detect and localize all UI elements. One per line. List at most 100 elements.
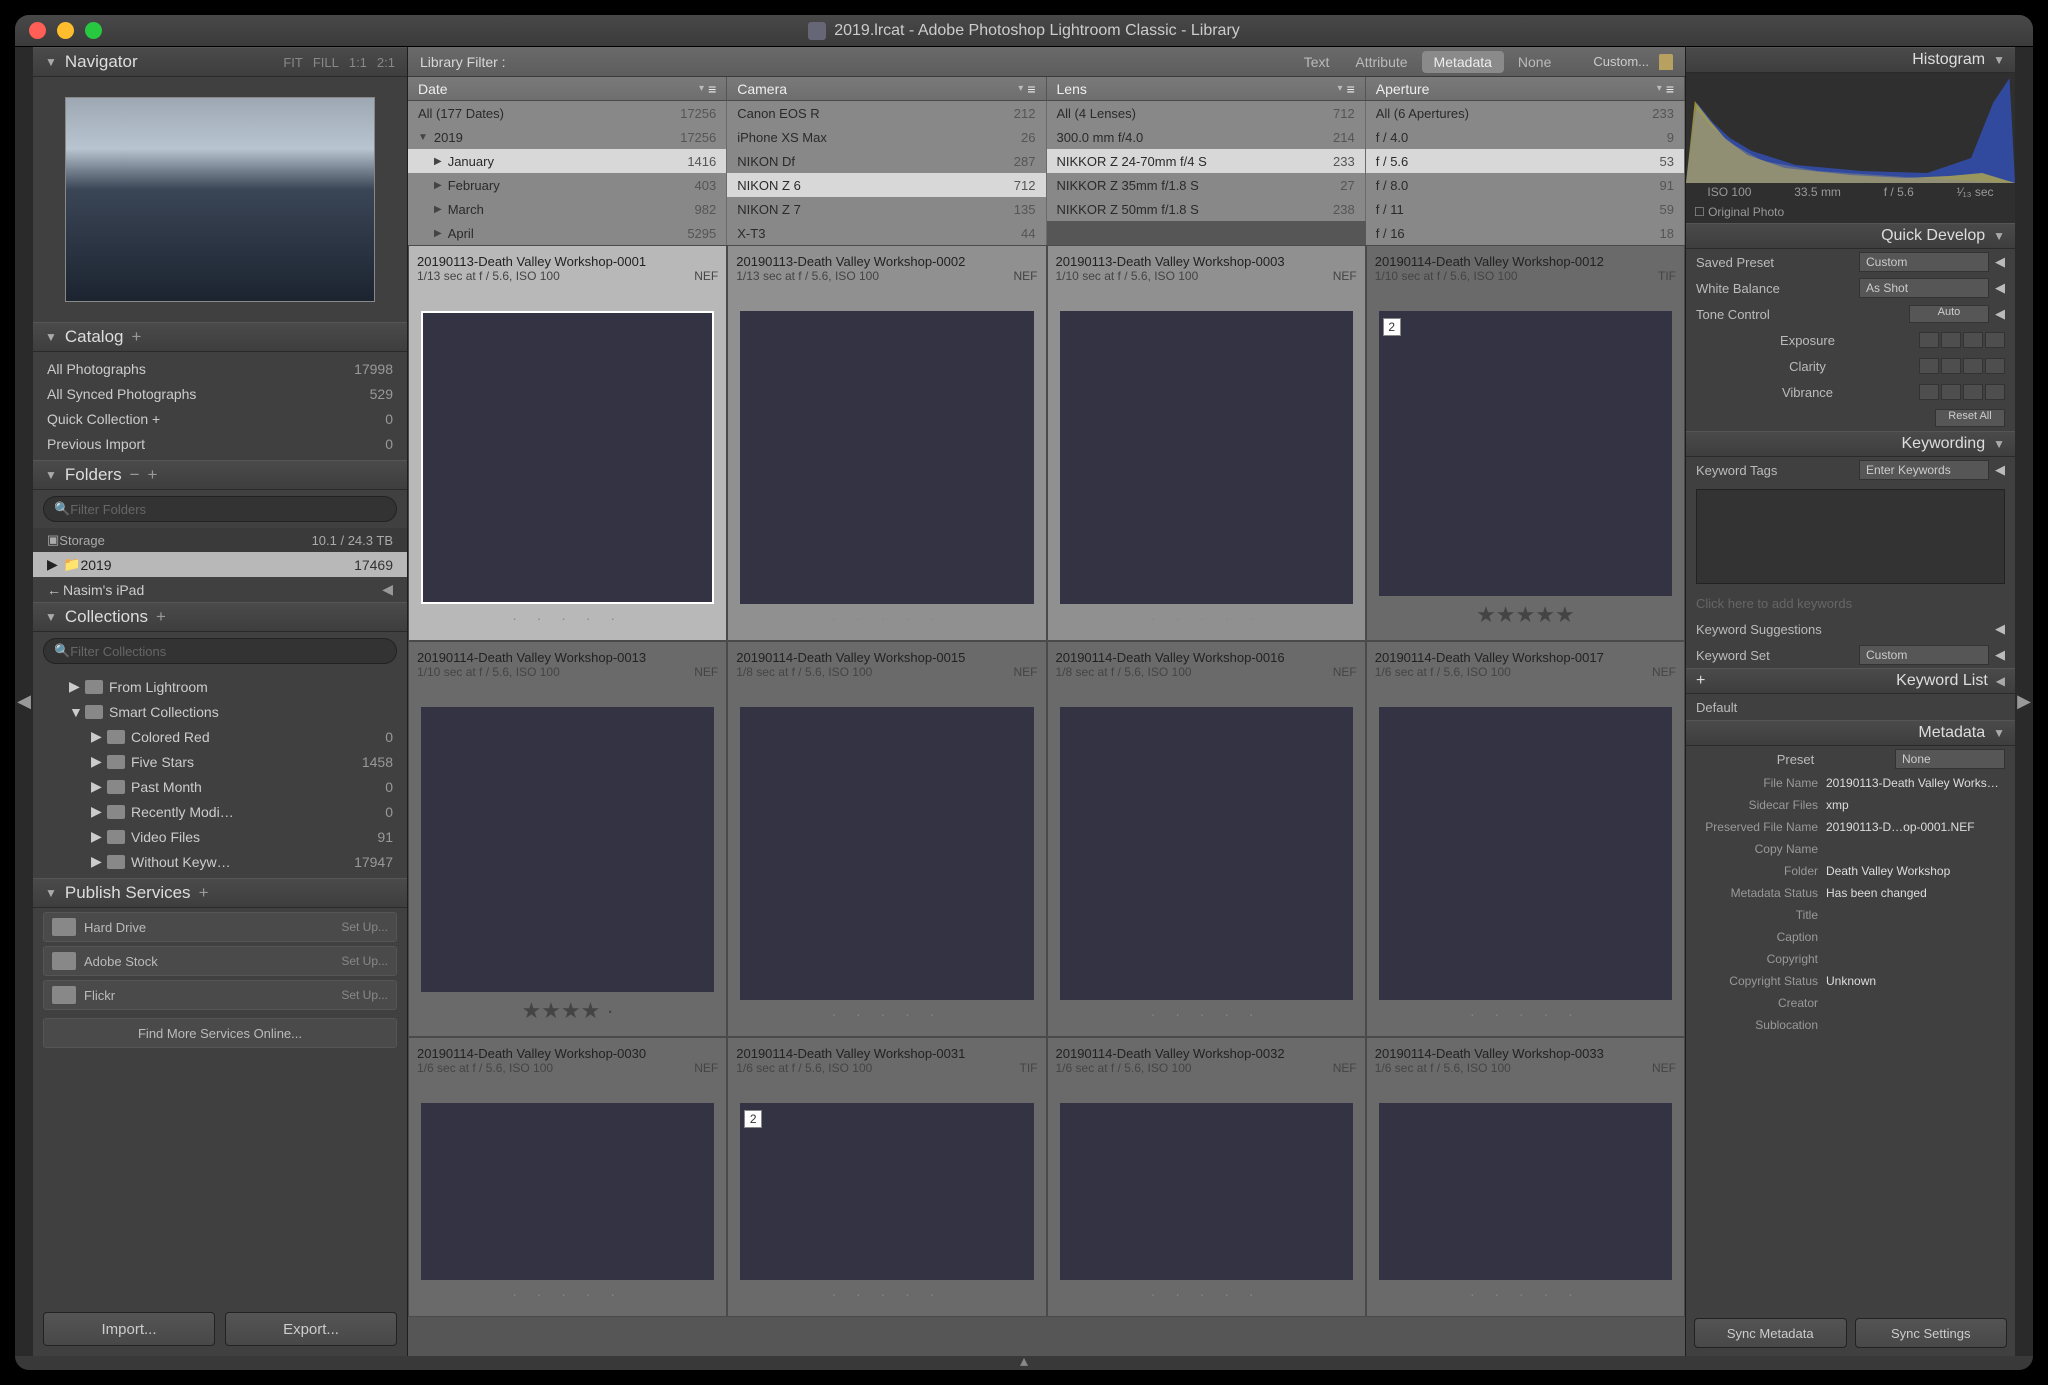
find-services-button[interactable]: Find More Services Online... [43,1018,397,1048]
meta-row[interactable]: X-T344 [727,221,1046,245]
meta-row[interactable]: f / 4.09 [1366,125,1685,149]
catalog-item[interactable]: All Photographs17998 [33,356,407,381]
left-collapse-icon[interactable]: ◀ [15,47,33,1356]
histogram-header[interactable]: Histogram▼ [1686,47,2015,73]
sync-metadata-button[interactable]: Sync Metadata [1694,1318,1847,1348]
keyword-entry[interactable] [1696,489,2005,584]
metadata-field[interactable]: Sidecar Filesxmp [1686,794,2015,816]
meta-row[interactable]: All (6 Apertures)233 [1366,101,1685,125]
meta-row[interactable]: NIKON Z 6712 [727,173,1046,197]
keyword-suggestions[interactable]: Keyword Suggestions◀ [1686,616,2015,642]
meta-row[interactable]: f / 5.653 [1366,149,1685,173]
right-collapse-icon[interactable]: ▶ [2015,47,2033,1356]
disclosure-icon[interactable]: ▼ [45,55,57,69]
sync-settings-button[interactable]: Sync Settings [1855,1318,2008,1348]
plus-icon[interactable]: + [148,465,158,485]
keyword-set[interactable]: Keyword SetCustom◀ [1686,642,2015,668]
disclosure-icon[interactable]: ▼ [45,886,57,900]
collection-item[interactable]: ▶From Lightroom [33,674,407,699]
keyword-add[interactable]: Click here to add keywords [1686,590,2015,616]
grid-cell[interactable]: 20190114-Death Valley Workshop-0012 1/10… [1366,245,1685,641]
meta-row[interactable]: iPhone XS Max26 [727,125,1046,149]
meta-row[interactable]: NIKKOR Z 35mm f/1.8 S27 [1047,173,1366,197]
filter-tab-text[interactable]: Text [1292,51,1342,73]
disclosure-icon[interactable]: ▼ [45,330,57,344]
navigator-header[interactable]: ▼ Navigator FITFILL1:12:1 [33,47,407,77]
export-button[interactable]: Export... [225,1312,397,1346]
folders-header[interactable]: ▼ Folders − + [33,460,407,490]
meta-row[interactable]: Canon EOS R212 [727,101,1046,125]
meta-row[interactable]: ▶March982 [408,197,727,221]
folder-year[interactable]: ▶📁 201917469 [33,552,407,577]
metadata-field[interactable]: Caption [1686,926,2015,948]
grid-cell[interactable]: 20190114-Death Valley Workshop-0015 1/8 … [727,641,1046,1037]
original-photo-checkbox[interactable]: ☐ Original Photo [1694,205,1784,219]
metadata-field[interactable]: Copyright [1686,948,2015,970]
filter-tab-metadata[interactable]: Metadata [1422,51,1504,73]
meta-row[interactable]: NIKKOR Z 50mm f/1.8 S238 [1047,197,1366,221]
meta-row[interactable]: f / 8.091 [1366,173,1685,197]
collection-filter-input[interactable]: 🔍 Filter Collections [43,638,397,664]
meta-row[interactable]: 300.0 mm f/4.0214 [1047,125,1366,149]
keyword-list-default[interactable]: Default [1686,694,2015,720]
metadata-field[interactable]: Metadata StatusHas been changed [1686,882,2015,904]
meta-row[interactable]: ▶January1416 [408,149,727,173]
disclosure-icon[interactable]: ▼ [45,610,57,624]
disclosure-icon[interactable]: ▼ [45,468,57,482]
filter-tab-none[interactable]: None [1506,51,1563,73]
folder-device[interactable]: ←Nasim's iPad◀ [33,577,407,602]
publish-item[interactable]: FlickrSet Up... [43,980,397,1010]
keyword-list-header[interactable]: +Keyword List◀ [1686,668,2015,694]
collection-item[interactable]: ▶Without Keyw…17947 [33,849,407,874]
metadata-field[interactable]: Copyright StatusUnknown [1686,970,2015,992]
meta-column-header[interactable]: Lens▾≡ [1047,77,1366,101]
metadata-field[interactable]: Title [1686,904,2015,926]
catalog-header[interactable]: ▼ Catalog + [33,322,407,352]
meta-column-header[interactable]: Date▾≡ [408,77,727,101]
meta-column-header[interactable]: Aperture▾≡ [1366,77,1685,101]
meta-column-header[interactable]: Camera▾≡ [727,77,1046,101]
collections-header[interactable]: ▼ Collections + [33,602,407,632]
quick-develop-header[interactable]: Quick Develop▼ [1686,223,2015,249]
catalog-item[interactable]: Previous Import0 [33,431,407,456]
meta-row[interactable]: ▶April5295 [408,221,727,245]
grid-cell[interactable]: 20190114-Death Valley Workshop-0030 1/6 … [408,1037,727,1317]
collection-item[interactable]: ▶Video Files91 [33,824,407,849]
minus-icon[interactable]: − [130,465,140,485]
filter-tab-attribute[interactable]: Attribute [1343,51,1419,73]
metadata-field[interactable]: FolderDeath Valley Workshop [1686,860,2015,882]
meta-row[interactable]: All (4 Lenses)712 [1047,101,1366,125]
collection-item[interactable]: ▶Past Month0 [33,774,407,799]
publish-item[interactable]: Hard DriveSet Up... [43,912,397,942]
lock-icon[interactable] [1659,54,1673,70]
meta-row[interactable]: ▼201917256 [408,125,727,149]
metadata-field[interactable]: Copy Name [1686,838,2015,860]
collection-item[interactable]: ▶Colored Red0 [33,724,407,749]
grid-cell[interactable]: 20190114-Death Valley Workshop-0033 1/6 … [1366,1037,1685,1317]
plus-icon[interactable]: + [156,607,166,627]
publish-header[interactable]: ▼ Publish Services + [33,878,407,908]
grid-cell[interactable]: 20190114-Death Valley Workshop-0031 1/6 … [727,1037,1046,1317]
catalog-item[interactable]: Quick Collection +0 [33,406,407,431]
collection-item[interactable]: ▶Five Stars1458 [33,749,407,774]
import-button[interactable]: Import... [43,1312,215,1346]
collection-item[interactable]: ▶Recently Modi…0 [33,799,407,824]
meta-row[interactable]: NIKKOR Z 24-70mm f/4 S233 [1047,149,1366,173]
meta-row[interactable]: f / 1618 [1366,221,1685,245]
plus-icon[interactable]: + [199,883,209,903]
plus-icon[interactable]: + [132,327,142,347]
metadata-field[interactable]: Creator [1686,992,2015,1014]
meta-row[interactable]: f / 1159 [1366,197,1685,221]
qd-exposure[interactable]: Exposure [1686,327,2015,353]
publish-item[interactable]: Adobe StockSet Up... [43,946,397,976]
grid-cell[interactable]: 20190114-Death Valley Workshop-0016 1/8 … [1047,641,1366,1037]
grid-cell[interactable]: 20190113-Death Valley Workshop-0003 1/10… [1047,245,1366,641]
metadata-field[interactable]: File Name20190113-Death Valley Workshop-… [1686,772,2015,794]
qd-reset[interactable]: Reset All [1686,405,2015,431]
grid-cell[interactable]: 20190113-Death Valley Workshop-0001 1/13… [408,245,727,641]
qd-preset[interactable]: Saved PresetCustom◀ [1686,249,2015,275]
meta-row[interactable]: NIKON Df287 [727,149,1046,173]
navigator-preview[interactable] [33,77,407,322]
filter-custom[interactable]: Custom... [1593,54,1649,69]
folder-filter-input[interactable]: 🔍 Filter Folders [43,496,397,522]
